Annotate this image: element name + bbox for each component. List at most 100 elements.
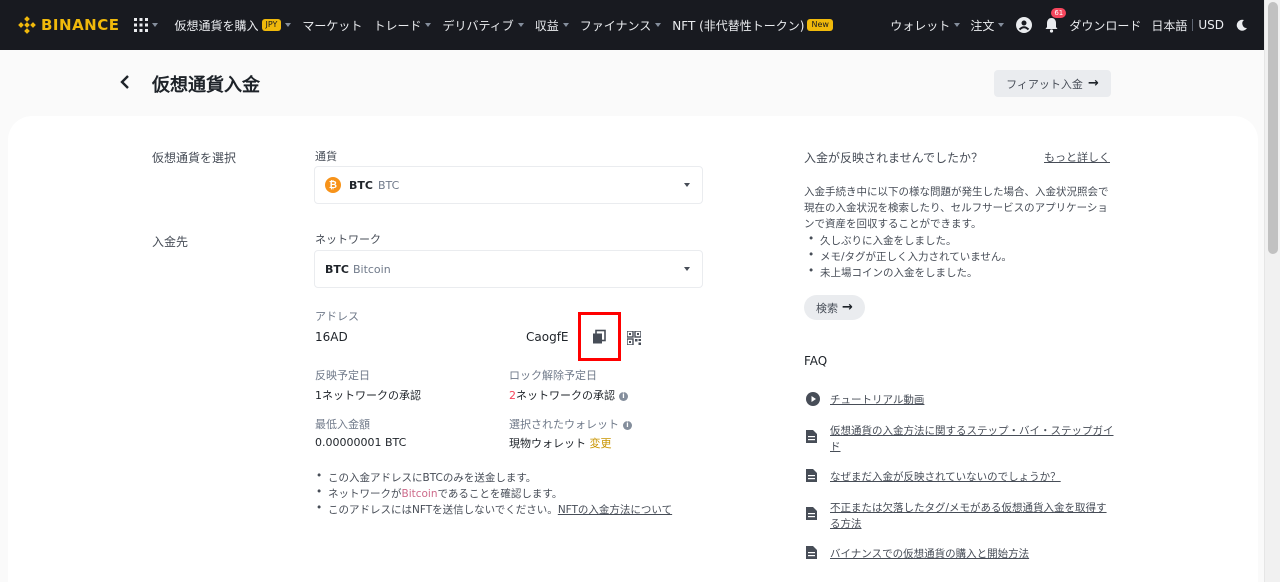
note-item: この入金アドレスにBTCのみを送金します。 [314, 470, 672, 486]
unlock-value: 2ネットワークの承認 i [509, 387, 628, 403]
chevron-down-icon [285, 23, 292, 27]
help-bullet: メモ/タグが正しく入力されていません。 [808, 249, 1012, 265]
chevron-down-icon [562, 23, 569, 27]
network-select[interactable]: BTC Bitcoin [314, 250, 703, 288]
nav-nft[interactable]: NFT (非代替性トークン) New [672, 17, 833, 34]
chevron-down-icon [425, 23, 432, 27]
nav-item-label: デリバティブ [442, 18, 514, 33]
fiat-deposit-label: フィアット入金 [1006, 77, 1083, 91]
user-icon [1016, 17, 1033, 33]
scrollbar-thumb[interactable] [1268, 2, 1278, 254]
info-icon[interactable]: i [623, 420, 632, 430]
faq-item-missing-tag[interactable]: 不正または欠落したタグ/メモがある仮想通貨入金を取得する方法 [806, 500, 1116, 532]
nav-earn[interactable]: 収益 [535, 17, 569, 34]
help-title: 入金が反映されませんでしたか？ [804, 151, 984, 165]
nft-deposit-link[interactable]: NFTの入金方法について [558, 504, 672, 516]
network-label: ネットワーク [315, 233, 381, 246]
select-coin-label: 仮想通貨を選択 [152, 151, 237, 165]
chevron-down-icon [517, 23, 524, 27]
faq-title: FAQ [804, 354, 828, 368]
profile-button[interactable] [1016, 17, 1033, 33]
deposit-to-label: 入金先 [152, 235, 189, 249]
play-icon [806, 392, 820, 409]
notifications-button[interactable]: 61 [1044, 8, 1067, 33]
info-icon[interactable]: i [619, 391, 628, 401]
chevron-down-icon [684, 267, 690, 271]
document-icon [806, 546, 820, 562]
address-end: CaogfE [526, 330, 569, 344]
fiat-deposit-button[interactable]: フィアット入金 → [994, 70, 1111, 97]
wallet-name: 現物ウォレット [509, 437, 586, 450]
coin-symbol: BTC [349, 178, 373, 192]
new-badge: New [807, 19, 833, 31]
nav-wallet[interactable]: ウォレット [890, 17, 961, 34]
chevron-down-icon [954, 23, 961, 27]
chevron-down-icon [998, 23, 1005, 27]
binance-logo[interactable]: BINANCE [18, 16, 120, 34]
nav-item-label: ファイナンス [579, 18, 652, 33]
qr-code-button[interactable] [626, 330, 642, 346]
copy-icon [593, 329, 606, 344]
arrow-right-icon: → [1087, 76, 1099, 91]
notification-count-badge: 61 [1051, 8, 1067, 18]
selected-wallet-label: 選択されたウォレット i [509, 416, 632, 432]
nav-download[interactable]: ダウンロード [1069, 17, 1141, 34]
address-start: 16AD [315, 330, 348, 344]
expected-arrival-count: 1 [315, 389, 322, 402]
qr-code-icon [626, 330, 642, 346]
faq-item-guide[interactable]: 仮想通貨の入金方法に関するステップ・バイ・ステップガイド [806, 423, 1116, 455]
faq-item-buy-start[interactable]: バイナンスでの仮想通貨の購入と開始方法 [806, 546, 1116, 562]
nav-item-label: トレード [373, 18, 422, 33]
nav-item-label: マーケット [302, 18, 363, 33]
note-item: ネットワークがBitcoinであることを確認します。 [314, 486, 672, 502]
binance-logo-icon [18, 16, 36, 34]
search-button-label: 検索 [816, 301, 839, 315]
change-wallet-link[interactable]: 変更 [590, 437, 612, 450]
faq-item-label: なぜまだ入金が反映されていないのでしょうか？ [830, 471, 1061, 483]
nav-orders[interactable]: 注文 [970, 17, 1005, 34]
chevron-down-icon [151, 23, 158, 27]
back-arrow-icon[interactable] [120, 74, 130, 93]
network-name: Bitcoin [352, 262, 391, 276]
faq-item-label: バイナンスでの仮想通貨の購入と開始方法 [830, 548, 1030, 560]
nav-trade[interactable]: トレード [373, 17, 432, 34]
expected-arrival-value: 1ネットワークの承認 [315, 387, 421, 403]
apps-menu-button[interactable] [133, 18, 158, 32]
faq-item-tutorial-video[interactable]: チュートリアル動画 [806, 392, 1116, 409]
nav-item-label: ダウンロード [1069, 18, 1142, 33]
nav-item-label: 注文 [970, 18, 995, 33]
note-text: であることを確認します。 [437, 488, 563, 500]
scrollbar[interactable] [1264, 0, 1280, 582]
faq-item-label: 仮想通貨の入金方法に関するステップ・バイ・ステップガイド [830, 425, 1114, 453]
nav-language[interactable]: 日本語 USD [1151, 17, 1224, 34]
currency-label: USD [1198, 18, 1224, 32]
expected-arrival-text: ネットワークの承認 [322, 389, 421, 402]
logo-text: BINANCE [41, 16, 120, 34]
coin-name: BTC [377, 178, 400, 192]
coin-select[interactable]: ₿ BTC BTC [314, 166, 703, 204]
document-icon [806, 469, 820, 485]
moon-icon [1236, 19, 1247, 31]
nav-derivatives[interactable]: デリバティブ [442, 17, 524, 34]
nav-markets[interactable]: マーケット [302, 17, 362, 34]
learn-more-link[interactable]: もっと詳しく [1044, 149, 1110, 165]
help-bullet: 久しぶりに入金をしました。 [808, 233, 1012, 249]
search-button[interactable]: 検索 → [804, 295, 865, 320]
theme-toggle-button[interactable] [1236, 19, 1248, 31]
address-label: アドレス [315, 310, 359, 323]
document-icon [806, 423, 820, 455]
jpy-badge: JPY [261, 19, 282, 31]
nav-buy-crypto[interactable]: 仮想通貨を購入 JPY [175, 17, 292, 34]
nav-finance[interactable]: ファイナンス [580, 17, 662, 34]
faq-item-not-reflected[interactable]: なぜまだ入金が反映されていないのでしょうか？ [806, 469, 1116, 485]
nav-item-label: 仮想通貨を購入 [174, 18, 259, 33]
unlock-label: ロック解除予定日 [509, 369, 597, 382]
min-deposit-label: 最低入金額 [315, 418, 370, 431]
deposit-notes: この入金アドレスにBTCのみを送金します。 ネットワークがBitcoinであるこ… [314, 470, 672, 518]
copy-address-button[interactable] [591, 329, 607, 345]
grid-icon [133, 18, 148, 32]
min-deposit-value: 0.00000001 BTC [315, 436, 407, 449]
currency-label: 通貨 [315, 150, 337, 163]
chevron-down-icon [655, 23, 662, 27]
language-label: 日本語 [1151, 18, 1188, 33]
